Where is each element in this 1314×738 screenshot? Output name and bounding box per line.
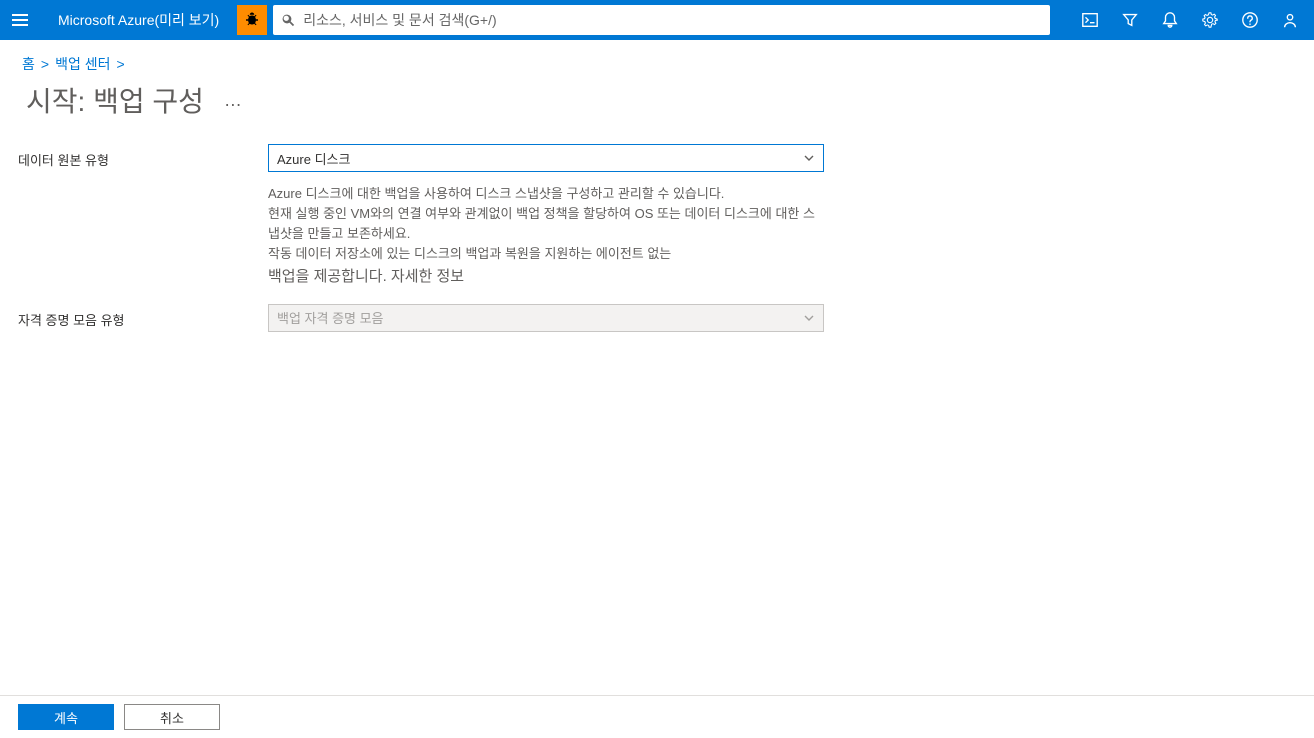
- vault-type-row: 자격 증명 모음 유형 백업 자격 증명 모음: [18, 304, 1296, 332]
- page-title: 시작: 백업 구성: [26, 80, 204, 120]
- help-icon: [1241, 11, 1259, 29]
- desc-line-4: 백업을 제공합니다. 자세한 정보: [268, 265, 824, 288]
- brand-label: Microsoft Azure(미리 보기): [40, 10, 237, 30]
- breadcrumb-home[interactable]: 홈: [22, 54, 35, 74]
- search-input[interactable]: [303, 5, 1050, 35]
- vault-type-select: 백업 자격 증명 모음: [268, 304, 824, 332]
- datasource-row: 데이터 원본 유형 Azure 디스크 Azure 디스크에 대한 백업을 사용…: [18, 144, 1296, 288]
- chevron-right-icon: >: [41, 56, 49, 72]
- settings-button[interactable]: [1190, 0, 1230, 40]
- datasource-value: Azure 디스크: [277, 149, 350, 168]
- top-bar: Microsoft Azure(미리 보기): [0, 0, 1314, 40]
- more-button[interactable]: …: [220, 86, 246, 115]
- vault-type-label: 자격 증명 모음 유형: [18, 304, 268, 329]
- bell-icon: [1161, 11, 1179, 29]
- search-box[interactable]: [273, 5, 1050, 35]
- continue-button[interactable]: 계속: [18, 704, 114, 730]
- datasource-description: Azure 디스크에 대한 백업을 사용하여 디스크 스냅샷을 구성하고 관리할…: [268, 184, 824, 288]
- footer: 계속 취소: [0, 695, 1314, 738]
- breadcrumb-backup-center[interactable]: 백업 센터: [55, 54, 110, 74]
- title-row: 시작: 백업 구성 …: [0, 78, 1314, 144]
- notifications-button[interactable]: [1150, 0, 1190, 40]
- gear-icon: [1201, 11, 1219, 29]
- datasource-label: 데이터 원본 유형: [18, 144, 268, 169]
- filter-icon: [1121, 11, 1139, 29]
- hamburger-icon: [12, 12, 28, 28]
- chevron-down-icon: [803, 312, 815, 324]
- search-icon: [273, 13, 303, 27]
- preview-bug-button[interactable]: [237, 5, 267, 35]
- cloud-shell-icon: [1081, 11, 1099, 29]
- chevron-right-icon: >: [117, 56, 125, 72]
- help-button[interactable]: [1230, 0, 1270, 40]
- vault-type-value: 백업 자격 증명 모음: [277, 308, 384, 327]
- desc-line-1: Azure 디스크에 대한 백업을 사용하여 디스크 스냅샷을 구성하고 관리할…: [268, 184, 824, 204]
- breadcrumb: 홈 > 백업 센터 >: [0, 40, 1314, 78]
- top-icons: [1070, 0, 1314, 40]
- datasource-select[interactable]: Azure 디스크: [268, 144, 824, 172]
- bug-icon: [243, 11, 261, 29]
- cancel-button[interactable]: 취소: [124, 704, 220, 730]
- desc-line-3: 작동 데이터 저장소에 있는 디스크의 백업과 복원을 지원하는 에이전트 없는: [268, 244, 824, 264]
- learn-more-link[interactable]: 자세한 정보: [391, 268, 464, 285]
- desc-line-4-text: 백업을 제공합니다.: [268, 268, 391, 285]
- form-area: 데이터 원본 유형 Azure 디스크 Azure 디스크에 대한 백업을 사용…: [0, 144, 1314, 695]
- account-button[interactable]: [1270, 0, 1310, 40]
- cloud-shell-button[interactable]: [1070, 0, 1110, 40]
- person-icon: [1281, 11, 1299, 29]
- chevron-down-icon: [803, 152, 815, 164]
- desc-line-2: 현재 실행 중인 VM와의 연결 여부와 관계없이 백업 정책을 할당하여 OS…: [268, 204, 824, 244]
- directory-filter-button[interactable]: [1110, 0, 1150, 40]
- hamburger-menu-button[interactable]: [0, 0, 40, 40]
